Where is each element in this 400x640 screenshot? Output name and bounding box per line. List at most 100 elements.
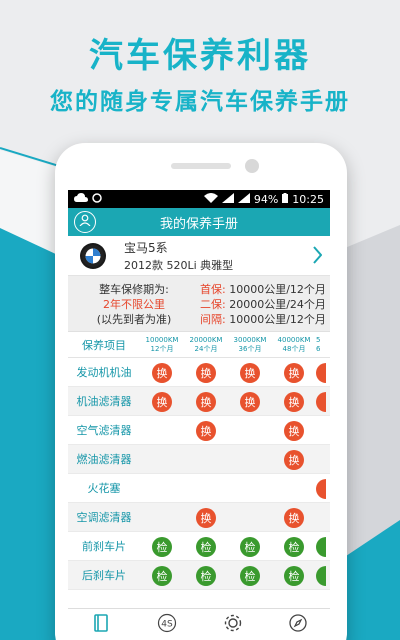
table-header: 保养项目 10000KM 12个月 20000KM 24个月 30000KM 36个月… [68,332,330,358]
replace-badge[interactable]: 换 [240,391,260,412]
schedule-cell: 检 [184,565,228,586]
table-row: 前刹车片检检检检检 [68,532,330,561]
chevron-right-icon[interactable] [312,246,323,268]
signal-icon [221,192,234,206]
table-row: 空调滤清器 换 换 [68,503,330,532]
schedule-header-label: 保养项目 [82,338,126,352]
warranty-info: 整车保修期为: 2年不限公里 (以先到者为准) 首保: 10000公里/12个月… [68,276,330,332]
page-title: 我的保养手册 [159,216,238,232]
maintenance-item-label: 空调滤清器 [76,511,132,524]
schedule-cell: 换 [184,420,228,441]
interval-label: 间隔: [200,313,226,326]
schedule-cell: 检 [140,536,184,557]
first-service-label: 首保: [200,283,226,296]
second-service-label: 二保: [200,298,226,311]
check-badge[interactable]: 检 [152,565,172,586]
schedule-cell: 换 [272,391,316,412]
wifi-icon [203,192,218,206]
car-name: 宝马5系 [124,240,168,255]
warranty-note: (以先到者为准) [96,313,172,326]
compass-icon[interactable] [288,613,308,637]
maintenance-item-label: 火花塞 [87,482,121,495]
svg-text:4S: 4S [161,620,173,630]
user-icon [79,214,91,230]
replace-badge[interactable]: 换 [284,420,304,441]
maintenance-item-label: 燃油滤清器 [76,453,132,466]
column-header: 20000KM 24个月 [189,335,223,353]
replace-badge[interactable]: 换 [284,391,304,412]
schedule-cell: 换 [228,391,272,412]
table-row: 发动机机油换换换换换 [68,358,330,387]
schedule-cell: 换 [184,507,228,528]
table-row: 燃油滤清器 换 [68,445,330,474]
schedule-cell: 检 [228,536,272,557]
user-profile-button[interactable] [74,211,96,233]
table-row: 机油滤清器换换换换换 [68,387,330,416]
warranty-label: 整车保修期为: [99,283,169,296]
clock: 10:25 [292,192,324,206]
signal-icon-2 [237,192,250,206]
replace-badge[interactable]: 换 [196,362,216,383]
maintenance-item-label: 发动机机油 [76,366,132,379]
schedule-cell: 换 [140,362,184,383]
check-badge[interactable]: 检 [196,536,216,557]
check-badge[interactable]: 检 [196,565,216,586]
maintenance-item-label: 后刹车片 [82,569,126,582]
schedule-cell: 检 [272,565,316,586]
replace-badge[interactable]: 换 [316,391,326,412]
replace-badge[interactable]: 换 [316,478,326,499]
first-service-value: 10000公里/12个月 [229,283,326,296]
notification-icon [92,192,102,206]
book-icon[interactable] [91,613,111,637]
status-bar: 94% 10:25 [68,190,330,208]
bottom-navigation: 4S [68,608,330,640]
schedule-cell: 换 [228,362,272,383]
replace-badge[interactable]: 换 [152,362,172,383]
schedule-cell: 检 [184,536,228,557]
replace-badge[interactable]: 换 [152,391,172,412]
schedule-cell: 换 [184,362,228,383]
check-badge[interactable]: 检 [316,536,326,557]
check-badge[interactable]: 检 [152,536,172,557]
column-header: 10000KM 12个月 [145,335,179,353]
replace-badge[interactable]: 换 [196,391,216,412]
maintenance-schedule-table: 保养项目 10000KM 12个月 20000KM 24个月 30000KM 36个月… [68,332,330,590]
table-row: 空气滤清器 换 换 [68,416,330,445]
schedule-cell: 换 [272,420,316,441]
battery-icon [282,192,289,206]
app-screen: 94% 10:25 我的保养手册 宝马5系 2012款 520Li 典雅型 整车… [68,190,330,640]
replace-badge[interactable]: 换 [284,362,304,383]
app-header: 我的保养手册 [68,208,330,236]
check-badge[interactable]: 检 [316,565,326,586]
car-selector[interactable]: 宝马5系 2012款 520Li 典雅型 [68,236,330,276]
column-header: 56 [316,335,321,353]
schedule-cell: 换 [272,507,316,528]
replace-badge[interactable]: 换 [240,362,260,383]
check-badge[interactable]: 检 [240,536,260,557]
schedule-cell: 检 [272,536,316,557]
replace-badge[interactable]: 换 [196,507,216,528]
table-row: 火花塞 换 [68,474,330,503]
4s-icon[interactable]: 4S [156,613,178,637]
replace-badge[interactable]: 换 [284,507,304,528]
second-service-value: 20000公里/24个月 [229,298,326,311]
schedule-cell: 检 [316,565,326,586]
maintenance-item-label: 机油滤清器 [76,395,132,408]
check-badge[interactable]: 检 [284,565,304,586]
schedule-cell: 换 [316,391,326,412]
check-badge[interactable]: 检 [240,565,260,586]
schedule-cell: 检 [316,536,326,557]
schedule-cell: 换 [316,362,326,383]
gear-icon[interactable] [223,613,243,637]
cloud-icon [74,192,88,206]
replace-badge[interactable]: 换 [284,449,304,470]
replace-badge[interactable]: 换 [316,362,326,383]
replace-badge[interactable]: 换 [196,420,216,441]
schedule-cell: 换 [184,391,228,412]
battery-level: 94% [253,192,279,206]
schedule-cell: 换 [272,449,316,470]
interval-value: 10000公里/12个月 [229,313,326,326]
check-badge[interactable]: 检 [284,536,304,557]
phone-camera [245,159,259,173]
column-header: 40000KM 48个月 [277,335,311,353]
